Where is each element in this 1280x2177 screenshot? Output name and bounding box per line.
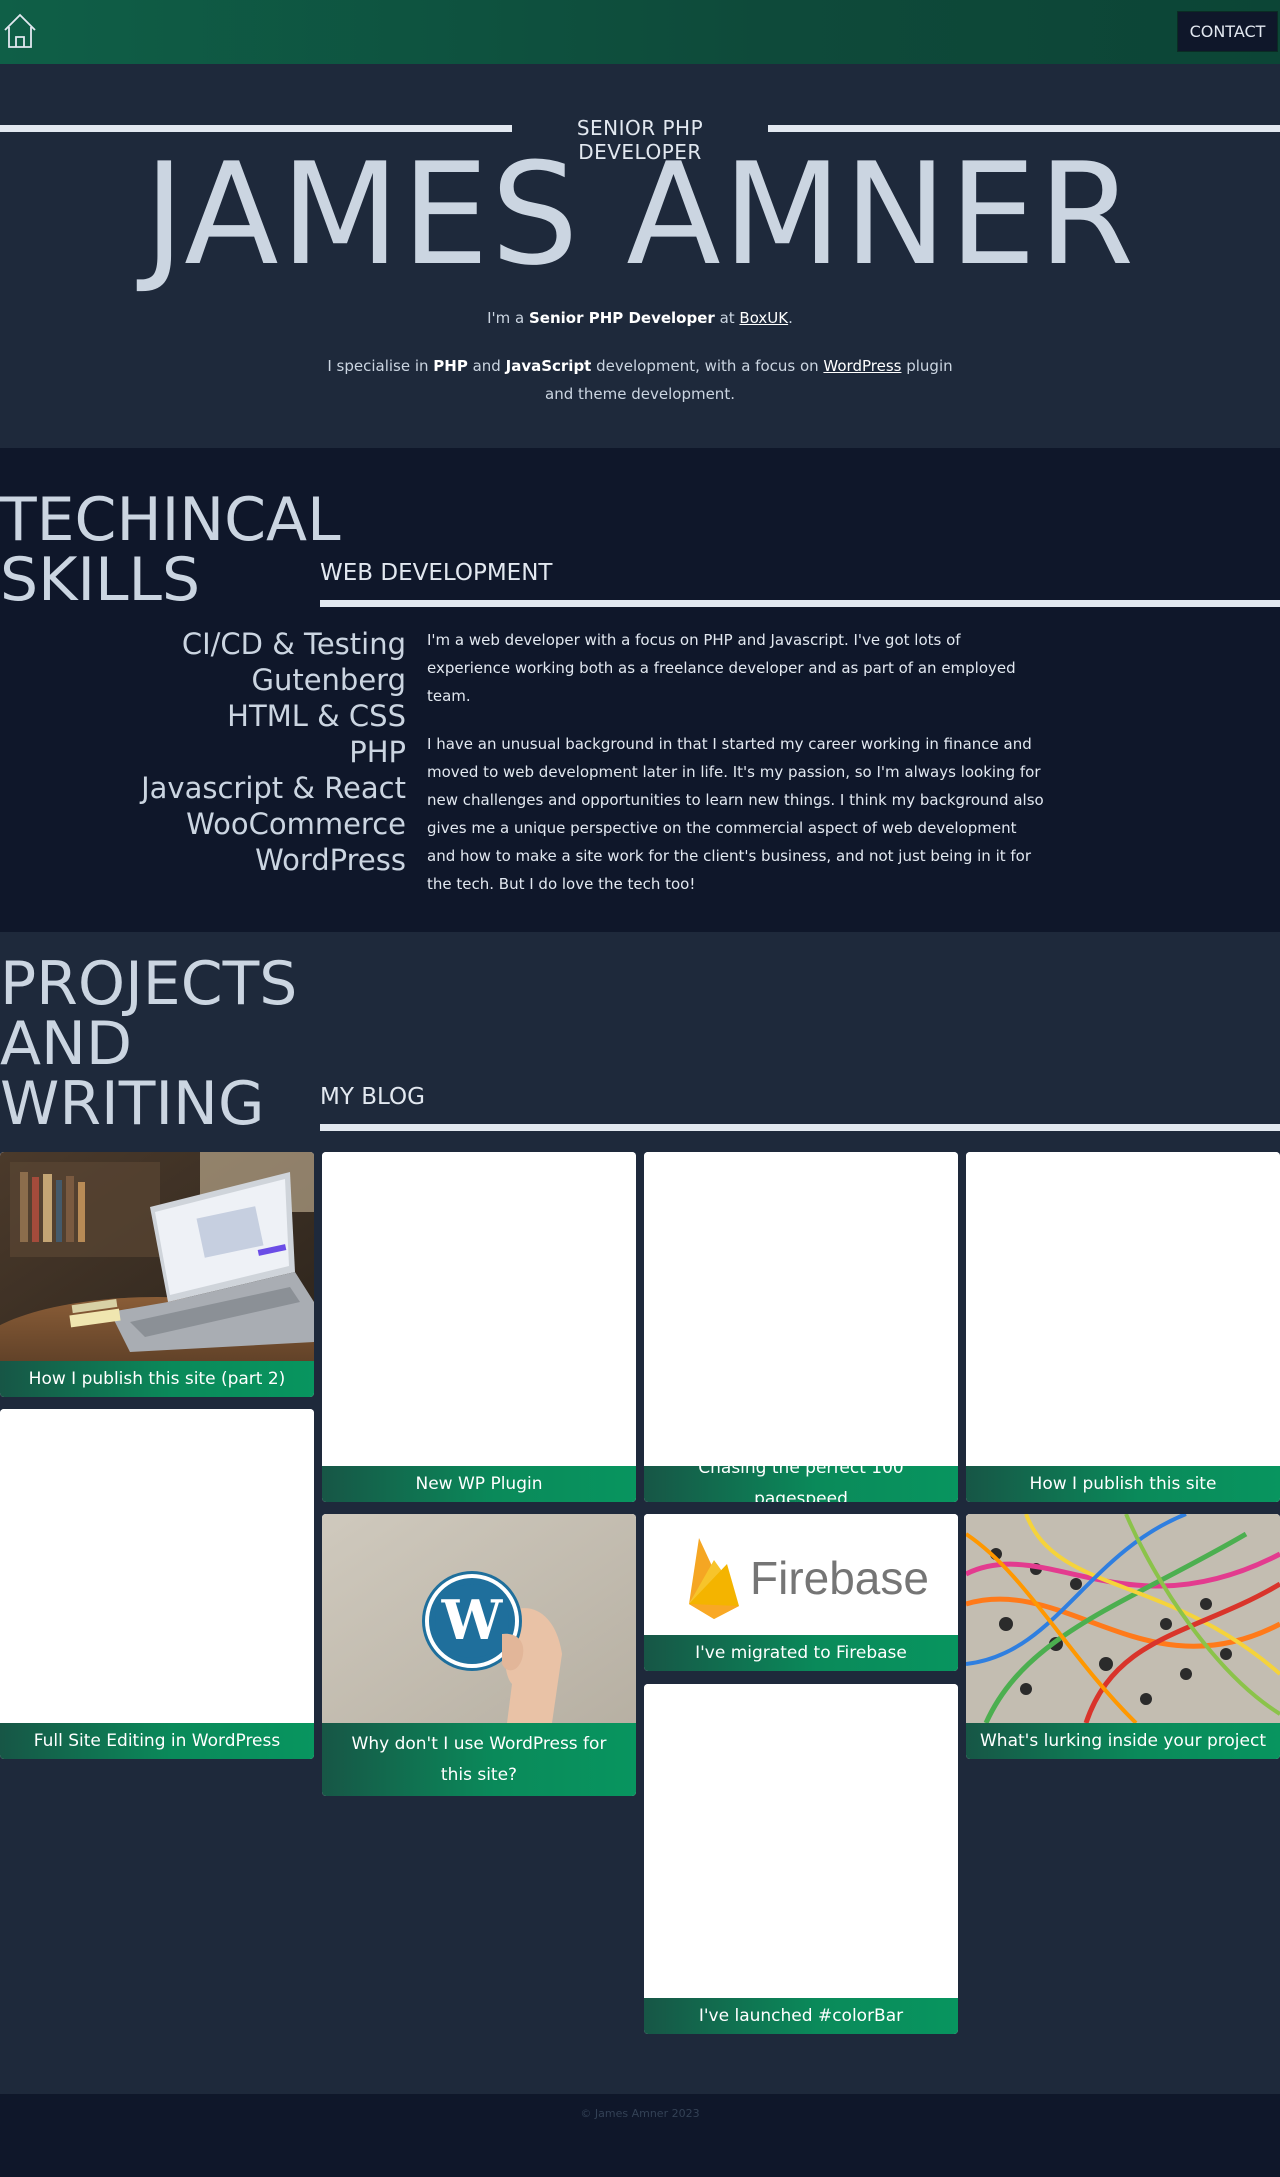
intro-text: I specialise in: [327, 357, 434, 375]
web-development-heading: WEB DEVELOPMENT: [320, 560, 553, 586]
footer: © James Amner 2023: [0, 2094, 1280, 2177]
blog-card-image: [644, 1152, 958, 1466]
intro-text: .: [788, 309, 793, 327]
blog-card[interactable]: What's lurking inside your project: [966, 1514, 1280, 1759]
skill-item: CI/CD & Testing: [181, 627, 406, 661]
skill-list: CI/CD & Testing Gutenberg HTML & CSS PHP…: [0, 626, 406, 878]
role-divider-right: [768, 125, 1280, 132]
blog-card-title: Chasing the perfect 100 pagespeed: [644, 1458, 958, 1502]
skill-item: Javascript & React: [141, 771, 406, 805]
blog-card-title: Full Site Editing in WordPress: [0, 1723, 314, 1759]
blog-card-image: W: [322, 1514, 636, 1723]
top-navigation: CONTACT: [0, 0, 1280, 65]
blog-card-image: [644, 1684, 958, 1998]
laptop-photo: [0, 1152, 314, 1361]
blog-card[interactable]: New WP Plugin: [322, 1152, 636, 1502]
contact-button[interactable]: CONTACT: [1177, 11, 1278, 52]
blog-card-title: Why don't I use WordPress for this site?: [322, 1723, 636, 1796]
skills-title: TECHINCAL SKILLS: [0, 490, 341, 610]
blog-card-image: [322, 1152, 636, 1466]
blog-card-image: [0, 1409, 314, 1723]
heading-divider: [320, 600, 1280, 607]
firebase-logo: Firebase: [644, 1514, 958, 1635]
blog-card[interactable]: I've launched #colorBar: [644, 1684, 958, 2034]
intro-text: at: [714, 309, 740, 327]
blog-card[interactable]: Chasing the perfect 100 pagespeed: [644, 1152, 958, 1502]
intro-line: I'm a Senior PHP Developer at BoxUK.: [320, 304, 960, 332]
skill-item: HTML & CSS: [227, 699, 406, 733]
skill-php: PHP: [433, 357, 468, 375]
blog-card[interactable]: Full Site Editing in WordPress: [0, 1409, 314, 1759]
skill-javascript: JavaScript: [505, 357, 592, 375]
skill-item: Gutenberg: [251, 663, 406, 697]
blog-card[interactable]: How I publish this site (part 2): [0, 1152, 314, 1397]
hero-section: SENIOR PHP DEVELOPER JAMES AMNER I'm a S…: [0, 64, 1280, 448]
blog-heading: MY BLOG: [320, 1084, 425, 1110]
home-link[interactable]: [2, 12, 38, 50]
intro-specialism: I specialise in PHP and JavaScript devel…: [320, 352, 960, 408]
firebase-wordmark: Firebase: [750, 1552, 929, 1604]
blog-card-image: Firebase: [644, 1514, 958, 1635]
skills-description: I'm a web developer with a focus on PHP …: [427, 626, 1047, 918]
skill-item: PHP: [349, 735, 406, 769]
heading-divider: [320, 1124, 1280, 1131]
copyright: © James Amner 2023: [580, 2107, 700, 2120]
home-icon: [4, 13, 36, 48]
blog-card-image: [0, 1152, 314, 1361]
skills-section: TECHINCAL SKILLS WEB DEVELOPMENT CI/CD &…: [0, 448, 1280, 932]
blog-card-title: How I publish this site: [966, 1466, 1280, 1502]
skills-paragraph: I have an unusual background in that I s…: [427, 735, 1044, 893]
blog-card-title: I've launched #colorBar: [644, 1998, 958, 2034]
company-link[interactable]: BoxUK: [739, 309, 788, 327]
blog-card-title: What's lurking inside your project: [966, 1723, 1280, 1759]
skill-item: WordPress: [255, 843, 406, 877]
skill-item: WooCommerce: [186, 807, 406, 841]
blog-card[interactable]: W Why don't I use WordPress for this sit…: [322, 1514, 636, 1796]
cables-photo: [966, 1514, 1280, 1723]
intro-text: and: [467, 357, 506, 375]
blog-card-title: I've migrated to Firebase: [644, 1635, 958, 1671]
blog-card-image: [966, 1152, 1280, 1466]
skills-title-line: SKILLS: [0, 545, 201, 615]
page-title: JAMES AMNER: [143, 132, 1137, 297]
intro-text: development, with a focus on: [591, 357, 824, 375]
intro-role: Senior PHP Developer: [528, 309, 715, 327]
wordpress-logo-photo: W: [322, 1514, 636, 1723]
blog-card[interactable]: Firebase I've migrated to Firebase: [644, 1514, 958, 1671]
intro-text: I'm a: [487, 309, 529, 327]
blog-card[interactable]: How I publish this site: [966, 1152, 1280, 1502]
skills-paragraph: I'm a web developer with a focus on PHP …: [427, 631, 1016, 705]
wordpress-link[interactable]: WordPress: [823, 357, 901, 375]
blog-card-title: How I publish this site (part 2): [0, 1361, 314, 1397]
projects-title-line: WRITING: [0, 1069, 265, 1139]
projects-title: PROJECTS AND WRITING: [0, 954, 310, 1134]
projects-section: PROJECTS AND WRITING MY BLOG How I publi…: [0, 932, 1280, 2094]
svg-text:W: W: [441, 1588, 504, 1652]
blog-card-title: New WP Plugin: [322, 1466, 636, 1502]
blog-card-image: [966, 1514, 1280, 1723]
role-divider-left: [0, 125, 512, 132]
